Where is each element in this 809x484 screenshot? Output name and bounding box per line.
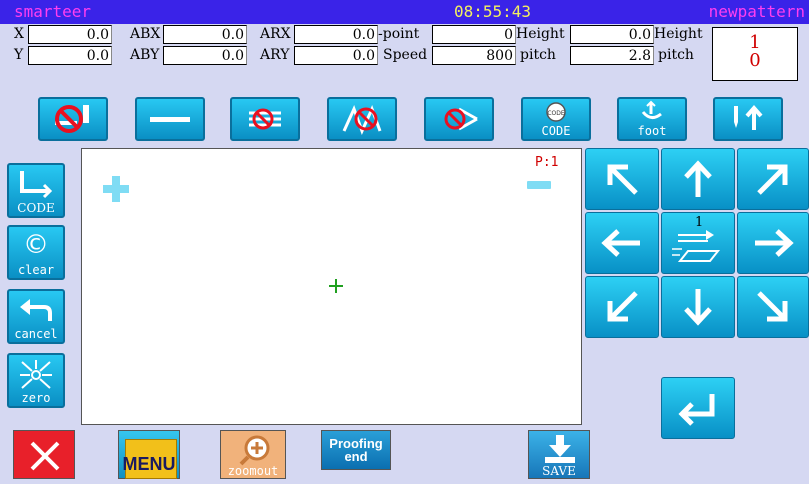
code-angle-icon — [20, 170, 53, 198]
arrow-right-icon — [755, 229, 794, 257]
zero-label: zero — [21, 391, 51, 405]
zoomout-label: zoomout — [227, 464, 279, 478]
side-code-button[interactable]: CODE — [7, 163, 65, 218]
needle-off-icon — [55, 105, 89, 133]
move-right-button[interactable] — [737, 212, 809, 274]
arx-label: ARX — [260, 26, 291, 42]
title-bar: smarteer 08:55:43 newpattern — [0, 0, 809, 24]
y-label: Y — [14, 47, 24, 63]
zoomout-button[interactable]: zoomout — [220, 430, 286, 479]
move-up-right-button[interactable] — [737, 148, 809, 210]
copyright-clear-icon: © — [23, 229, 49, 260]
pitch2-label: pitch — [658, 47, 694, 63]
zigzag-off-button[interactable] — [327, 97, 397, 141]
y-field: 0.0 — [28, 46, 112, 65]
counter-box: 1 0 — [712, 27, 798, 81]
zoom-out-icon — [239, 435, 270, 466]
aby-label: ABY — [130, 47, 160, 63]
canvas-drawing — [103, 176, 551, 293]
minus-marker — [527, 181, 551, 189]
needle-up-button[interactable] — [713, 97, 783, 141]
height1-label: Height — [516, 26, 565, 42]
clear-button[interactable]: © clear — [7, 225, 65, 280]
arx-field: 0.0 — [294, 25, 378, 44]
pattern-name: newpattern — [708, 2, 805, 21]
move-up-button[interactable] — [661, 148, 735, 210]
arrow-down-left-icon — [607, 291, 638, 322]
multiline-off-icon — [249, 108, 281, 130]
height1-field: 0.0 — [570, 25, 654, 44]
x-field: 0.0 — [28, 25, 112, 44]
arrow-left-icon — [601, 229, 640, 257]
abx-label: ABX — [130, 26, 161, 42]
point-field: 0 — [432, 25, 516, 44]
undo-icon — [20, 298, 52, 321]
page-indicator: P:1 — [535, 155, 559, 170]
pattern-canvas[interactable]: P:1 — [81, 148, 582, 425]
close-icon — [30, 441, 60, 471]
origin-zero-icon — [20, 359, 52, 389]
menu-label: MENU — [122, 454, 176, 474]
arrow-down-icon — [684, 289, 712, 326]
ary-field: 0.0 — [294, 46, 378, 65]
cancel-label: cancel — [14, 327, 58, 341]
svg-text:CODE: CODE — [547, 110, 565, 117]
zigzag-off-icon — [342, 105, 382, 135]
close-button[interactable] — [13, 430, 75, 479]
enter-button[interactable] — [661, 377, 735, 439]
clock: 08:55:43 — [454, 2, 532, 21]
speed-field: 800 — [432, 46, 516, 65]
point-label: -point — [378, 26, 420, 42]
x-label: X — [14, 26, 24, 42]
cancel-button[interactable]: cancel — [7, 289, 65, 344]
arrow-up-icon — [684, 160, 712, 197]
menu-button[interactable]: MENU — [118, 430, 180, 479]
save-button[interactable]: SAVE — [528, 430, 590, 479]
save-icon — [545, 435, 575, 463]
step-number: 1 — [695, 215, 704, 230]
speed-label: Speed — [383, 47, 428, 63]
enter-icon — [678, 394, 715, 426]
code-button-label: CODE — [541, 124, 571, 138]
home-marker-horizontal — [103, 185, 129, 193]
pitch-field: 2.8 — [570, 46, 654, 65]
presser-foot-icon — [641, 100, 662, 119]
line-icon — [150, 117, 190, 122]
arc-off-button[interactable] — [424, 97, 494, 141]
ary-label: ARY — [260, 47, 290, 63]
move-down-right-button[interactable] — [737, 276, 809, 338]
multi-line-off-button[interactable] — [230, 97, 300, 141]
abx-field: 0.0 — [163, 25, 247, 44]
arrow-up-left-icon — [607, 164, 638, 195]
move-down-button[interactable] — [661, 276, 735, 338]
straight-line-button[interactable] — [135, 97, 205, 141]
proofing-end-label: Proofing end — [329, 436, 383, 464]
arc-off-icon — [444, 107, 478, 131]
move-up-left-button[interactable] — [585, 148, 659, 210]
counter-bottom: 0 — [749, 50, 761, 71]
move-left-button[interactable] — [585, 212, 659, 274]
code-icon: CODE — [546, 102, 566, 122]
needle-off-button[interactable] — [38, 97, 108, 141]
arrow-down-right-icon — [757, 291, 788, 322]
code-button[interactable]: CODE CODE — [521, 97, 591, 141]
forward-step-button[interactable]: 1 — [661, 212, 735, 274]
proofing-end-button[interactable]: Proofing end — [321, 430, 391, 470]
clear-label: clear — [17, 263, 55, 277]
arrow-up-right-icon — [757, 164, 788, 195]
needle-up-icon — [734, 104, 763, 130]
side-code-label: CODE — [17, 201, 55, 215]
zero-button[interactable]: zero — [7, 353, 65, 408]
height2-label: Height — [654, 26, 703, 42]
aby-field: 0.0 — [163, 46, 247, 65]
foot-button-label: foot — [637, 124, 667, 138]
app-name: smarteer — [14, 2, 92, 21]
save-label: SAVE — [542, 464, 576, 478]
move-down-left-button[interactable] — [585, 276, 659, 338]
pitch-label: pitch — [520, 47, 556, 63]
foot-button[interactable]: foot — [617, 97, 687, 141]
